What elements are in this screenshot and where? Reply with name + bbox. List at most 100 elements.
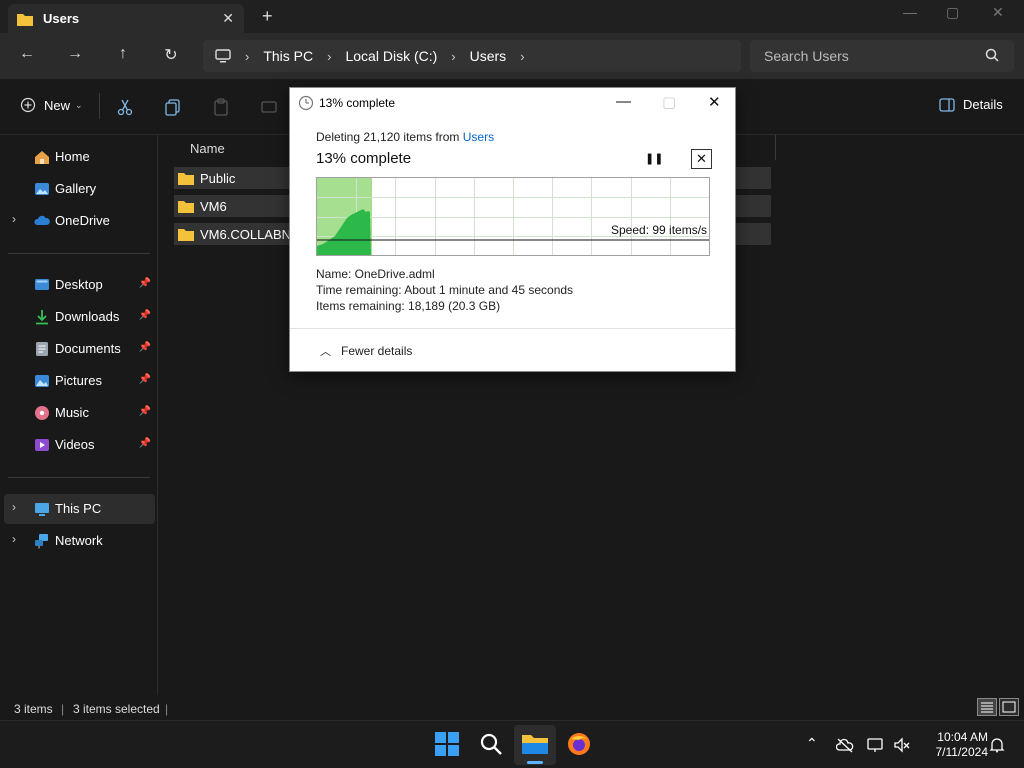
paste-icon[interactable] [211,97,231,117]
new-label: New [44,97,71,113]
sidebar-item-onedrive[interactable]: › OneDrive [4,206,155,236]
chevron-right-icon[interactable]: › [12,532,16,546]
system-clock[interactable]: 10:04 AM 7/11/2024 [918,730,989,760]
onedrive-offline-icon[interactable] [836,737,854,753]
operation-text: Deleting 21,120 items from [316,130,463,144]
volume-muted-icon[interactable] [893,737,911,753]
speed-graph: Speed: 99 items/s [316,177,710,256]
sidebar-item-downloads[interactable]: Downloads 📌 [4,302,155,332]
sidebar-item-documents[interactable]: Documents 📌 [4,334,155,364]
sidebar-item-videos[interactable]: Videos 📌 [4,430,155,460]
firefox-icon[interactable] [566,731,592,757]
sidebar-label: Desktop [55,277,103,292]
desktop-icon [35,279,49,290]
sidebar-item-pictures[interactable]: Pictures 📌 [4,366,155,396]
clock-time: 10:04 AM [937,730,988,744]
sidebar-label: Pictures [55,373,102,388]
pin-icon[interactable]: 📌 [139,342,151,353]
address-bar[interactable]: › This PC › Local Disk (C:) › Users › [203,40,741,72]
chevron-right-icon: › [245,48,250,64]
up-button[interactable]: ↑ [111,45,135,63]
source-folder-link[interactable]: Users [463,130,494,144]
fewer-details-label: Fewer details [341,344,413,358]
sidebar-label: Downloads [55,309,120,324]
sidebar-item-network[interactable]: › Network [4,526,155,556]
new-button[interactable]: New ⌄ [20,97,83,113]
chevron-right-icon: › [451,48,456,64]
search-input[interactable]: Search Users [750,40,1014,72]
pin-icon[interactable]: 📌 [139,278,151,289]
rename-icon[interactable] [259,97,279,117]
tab-users[interactable]: Users ✕ [8,4,244,33]
videos-icon [35,439,49,451]
column-header-name[interactable]: Name [190,141,225,156]
refresh-button[interactable]: ↻ [159,45,183,65]
divider [99,93,100,119]
network-icon [35,534,48,549]
chevron-right-icon[interactable]: › [12,500,16,514]
pin-icon[interactable]: 📌 [139,438,151,449]
folder-icon [178,229,194,241]
dialog-close-button[interactable]: ✕ [708,93,721,111]
new-tab-button[interactable]: + [262,6,273,27]
search-icon[interactable] [478,731,504,757]
sidebar-item-home[interactable]: Home [4,142,155,172]
pin-icon[interactable]: 📌 [139,406,151,417]
windows-start-icon[interactable] [434,731,460,757]
back-button[interactable]: ← [15,45,39,63]
close-window-button[interactable]: ✕ [992,4,1004,21]
pause-button[interactable]: ❚❚ [645,152,663,165]
cancel-button[interactable]: ✕ [691,149,712,169]
document-icon [36,342,48,356]
navigation-pane: Home Gallery › OneDrive Desktop 📌 Downlo… [0,135,158,695]
search-icon [985,48,999,62]
breadcrumb-this-pc[interactable]: This PC [263,48,313,64]
sidebar-label: Videos [55,437,95,452]
network-monitor-icon[interactable] [867,737,885,753]
search-placeholder: Search Users [764,48,849,64]
sidebar-item-music[interactable]: Music 📌 [4,398,155,428]
forward-button[interactable]: → [63,45,87,63]
tiles-view-button[interactable] [999,698,1019,716]
speed-graph-canvas [317,178,709,255]
pin-icon[interactable]: 📌 [139,310,151,321]
tiles-view-icon [1002,701,1016,713]
tab-close-icon[interactable]: ✕ [222,10,234,27]
selection-count: 3 items selected [73,702,160,716]
copy-icon[interactable] [163,97,183,117]
chevron-up-icon: ︿ [320,346,331,358]
onedrive-cloud-icon [34,215,50,225]
minimize-button[interactable]: — [903,4,917,20]
active-indicator [527,761,543,764]
items-remaining: Items remaining: 18,189 (20.3 GB) [316,299,501,313]
breadcrumb-local-disk[interactable]: Local Disk (C:) [345,48,437,64]
chevron-up-icon[interactable]: ⌃ [806,735,818,752]
pin-icon[interactable]: 📌 [139,374,151,385]
notification-bell-icon[interactable] [988,737,1006,753]
music-icon [35,406,49,420]
cut-icon[interactable] [115,97,135,117]
divider [8,477,150,478]
details-button[interactable]: Details [939,97,1003,112]
details-label: Details [963,97,1003,112]
column-divider[interactable] [775,135,776,160]
sidebar-item-gallery[interactable]: Gallery [4,174,155,204]
taskbar-file-explorer[interactable] [514,725,556,765]
chevron-right-icon[interactable]: › [520,49,524,64]
chevron-right-icon[interactable]: › [12,212,16,226]
details-view-button[interactable] [977,698,997,716]
title-bar: Users ✕ + — ▢ ✕ [0,0,1024,33]
folder-icon [178,173,194,185]
dialog-minimize-button[interactable]: — [616,93,631,110]
pictures-icon [35,375,49,387]
sidebar-item-desktop[interactable]: Desktop 📌 [4,270,155,300]
breadcrumb-users[interactable]: Users [470,48,507,64]
divider [8,253,150,254]
divider [290,328,735,329]
fewer-details-button[interactable]: ︿ Fewer details [320,343,412,359]
maximize-button[interactable]: ▢ [946,4,959,21]
sidebar-item-this-pc[interactable]: › This PC [4,494,155,524]
navigation-bar: ← → ↑ ↻ › This PC › Local Disk (C:) › Us… [0,33,1024,79]
download-icon [36,310,48,325]
folder-icon [178,201,194,213]
